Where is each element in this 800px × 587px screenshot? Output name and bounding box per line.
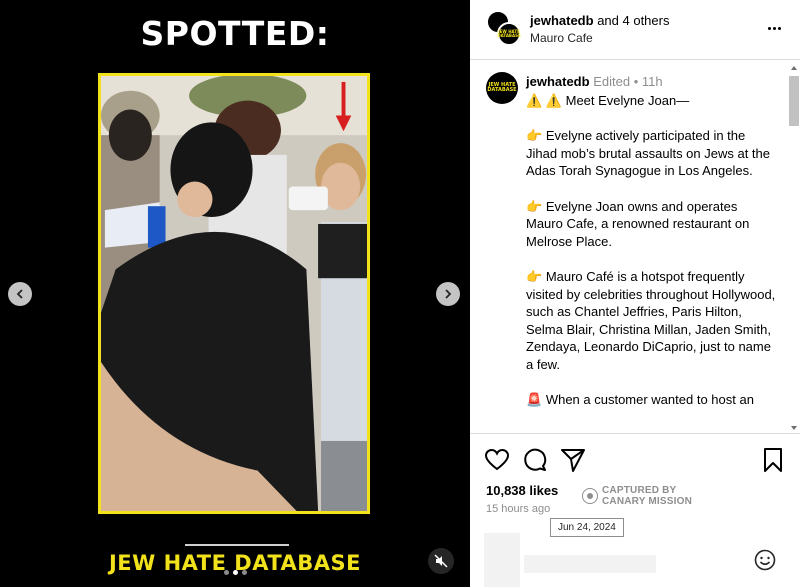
- header-collaborators[interactable]: and 4 others: [594, 13, 669, 28]
- meta-separator: •: [630, 74, 639, 89]
- heart-icon: [484, 448, 510, 471]
- save-button[interactable]: [760, 447, 786, 473]
- more-horizontal-icon: [767, 26, 771, 30]
- captured-by-line: CAPTURED BY: [602, 485, 677, 496]
- post-side-panel: JEW HATE DATABASE jewhatedb and 4 others…: [470, 0, 800, 587]
- smiley-icon: [754, 549, 776, 571]
- protest-photo: [101, 76, 367, 511]
- warning-emoji: ⚠️ ⚠️: [526, 93, 562, 108]
- avatar: JEW HATE DATABASE: [497, 22, 521, 46]
- pointing-emoji: 👉: [526, 128, 543, 144]
- caption-paragraph: 👉 Mauro Café is a hotspot frequently vis…: [526, 268, 776, 374]
- carousel-dots: [0, 570, 470, 575]
- caption-line: Evelyne Joan owns and operates Mauro Caf…: [526, 198, 750, 249]
- header-usernames[interactable]: jewhatedb and 4 others: [530, 13, 669, 28]
- bookmark-icon: [764, 448, 782, 472]
- send-icon: [561, 449, 585, 472]
- brand-underline: [185, 544, 289, 546]
- caption-header: jewhatedb Edited • 11h: [526, 74, 663, 89]
- next-slide-button[interactable]: [436, 282, 460, 306]
- carousel-dot: [241, 570, 247, 575]
- captured-by-line: CANARY MISSION: [602, 496, 693, 507]
- caption-scroll-area[interactable]: JEW HATE DATABASE jewhatedb Edited • 11h…: [470, 60, 800, 433]
- header-username[interactable]: jewhatedb: [530, 13, 594, 28]
- mute-toggle-button[interactable]: [428, 548, 454, 574]
- caption-scrollbar[interactable]: [789, 66, 799, 430]
- carousel-dot: [223, 570, 229, 575]
- comment-input[interactable]: [524, 555, 656, 573]
- comment-icon: [524, 448, 547, 471]
- emoji-picker-button[interactable]: [754, 549, 776, 571]
- collab-avatars[interactable]: JEW HATE DATABASE: [486, 10, 522, 46]
- post-header: JEW HATE DATABASE jewhatedb and 4 others…: [470, 0, 800, 60]
- instagram-post-viewer: SPOTTED: JEW HATE DATABASE JEW HATE DATA…: [0, 0, 800, 587]
- more-horizontal-icon: [772, 26, 776, 30]
- post-actions: 10,838 likes 15 hours ago CAPTURED BY CA…: [470, 433, 800, 537]
- comment-placeholder-block: [484, 533, 520, 587]
- speaker-muted-icon: [434, 554, 448, 568]
- edited-label: Edited: [593, 74, 631, 89]
- previous-slide-button[interactable]: [8, 282, 32, 306]
- captured-by-badge: CAPTURED BY CANARY MISSION: [582, 485, 692, 507]
- caption-line: Evelyne actively participated in the Jih…: [526, 128, 771, 179]
- caption-line: When a customer wanted to host an: [545, 392, 754, 408]
- post-timestamp[interactable]: 15 hours ago: [486, 503, 550, 515]
- post-media[interactable]: SPOTTED: JEW HATE DATABASE: [0, 0, 470, 587]
- like-button[interactable]: [484, 447, 510, 473]
- caption-username[interactable]: jewhatedb: [526, 74, 590, 89]
- scroll-up-arrow-icon[interactable]: [791, 66, 797, 70]
- chevron-left-icon: [16, 289, 23, 299]
- caption-paragraph: ⚠️ ⚠️ Meet Evelyne Joan—: [526, 92, 776, 110]
- caption-paragraph: 👉 Evelyne actively participated in the J…: [526, 127, 776, 180]
- comment-button[interactable]: [522, 447, 548, 473]
- comment-box: [470, 533, 800, 587]
- more-horizontal-icon: [777, 26, 781, 30]
- caption-paragraph: 🚨 When a customer wanted to host an: [526, 391, 776, 409]
- scroll-down-arrow-icon[interactable]: [791, 426, 797, 430]
- share-button[interactable]: [560, 447, 586, 473]
- carousel-dot-active: [232, 570, 238, 575]
- scroll-thumb[interactable]: [789, 76, 799, 126]
- post-age[interactable]: 11h: [642, 74, 663, 89]
- more-options-button[interactable]: [762, 18, 786, 38]
- canary-mission-logo: [582, 488, 598, 504]
- captured-by-text: CAPTURED BY CANARY MISSION: [602, 485, 692, 507]
- overlay-title: SPOTTED:: [140, 14, 330, 53]
- caption-text: ⚠️ ⚠️ Meet Evelyne Joan— 👉 Evelyne activ…: [526, 92, 776, 426]
- caption-line: Mauro Café is a hotspot frequently visit…: [526, 268, 776, 372]
- caption-paragraph: 👉 Evelyne Joan owns and operates Mauro C…: [526, 198, 776, 251]
- pointing-emoji: 👉: [526, 198, 543, 214]
- caption-intro: Meet Evelyne Joan—: [565, 93, 690, 108]
- likes-count[interactable]: 10,838 likes: [486, 483, 558, 498]
- pointing-emoji: 👉: [526, 268, 543, 284]
- chevron-right-icon: [445, 289, 452, 299]
- media-photo: [98, 73, 370, 514]
- siren-emoji: 🚨: [526, 392, 543, 408]
- header-location[interactable]: Mauro Cafe: [530, 31, 593, 45]
- avatar[interactable]: JEW HATE DATABASE: [486, 72, 518, 104]
